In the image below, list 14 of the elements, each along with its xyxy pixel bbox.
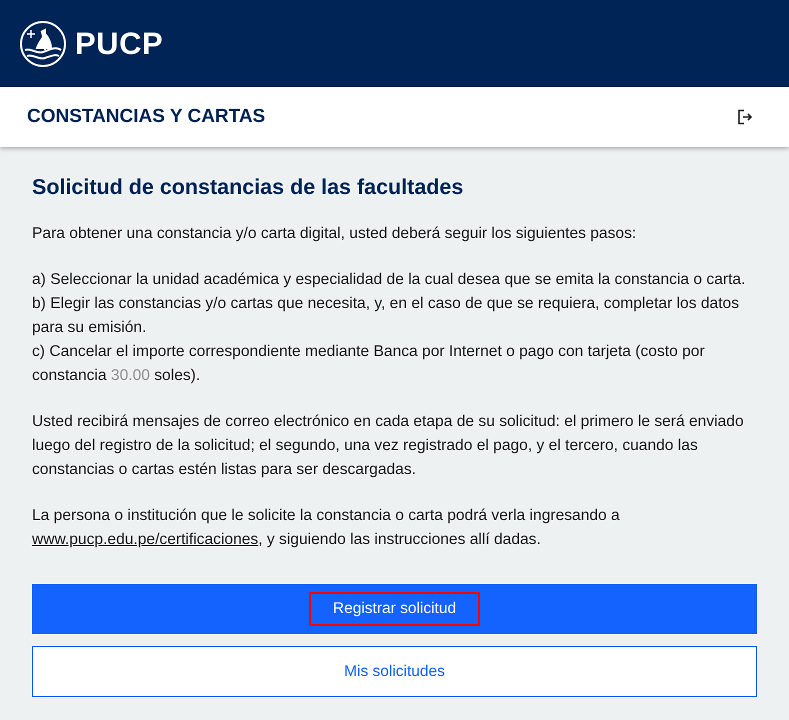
brand-name: PUCP [75,26,164,62]
verify-text: La persona o institución que le solicite la constancia o carta podrá verla ingresando a www.pucp.edu.pe/certificaciones, y siguiendo las instrucciones allí dadas. [32,506,621,550]
my-requests-button[interactable]: Mis solicitudes [32,646,757,697]
step-text: c) Cancelar el importe correspondiente mediante Banca por Internet o pago con tarjeta (costo por constancia 30.00 soles). [32,342,706,386]
step-text: b) Elegir las constancias y/o cartas que necesita, y, en el caso de que se requiera, completar los datos para su emisión. [32,294,740,338]
certificaciones-link[interactable]: www.pucp.edu.pe/certificaciones [32,531,258,548]
intro-text: Para obtener una constancia y/o carta digital, usted deberá seguir los siguientes pasos: [32,224,638,244]
logout-icon[interactable] [737,109,753,125]
page-title: CONSTANCIAS Y CARTAS [27,106,266,128]
logo-icon [19,20,67,68]
step-text: a) Seleccionar la unidad académica y especialidad de la cual desea que se emita la constancia o carta. [32,270,746,290]
section-heading: Solicitud de constancias de las facultades [32,175,464,200]
register-button[interactable]: Registrar solicitud [32,584,757,634]
notice-text: Usted recibirá mensajes de correo electrónico en cada etapa de su solicitud: el primero le será enviado luego del registro de la solicitud; el segundo, una vez registrado el pago, y el tercero, cuando las constancias o cartas estén listas para ser descargadas. [32,412,745,480]
